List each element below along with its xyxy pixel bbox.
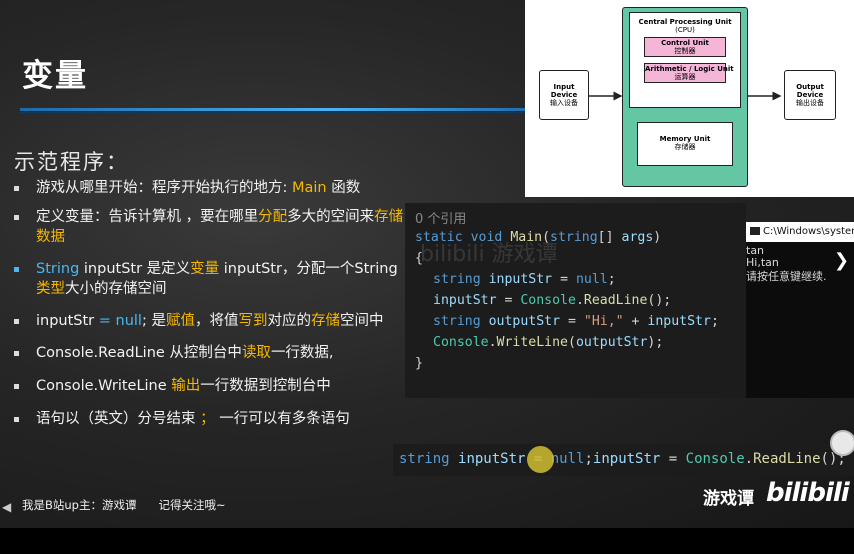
bullet-item: 定义变量：告诉计算机 ，要在哪里分配多大的空间来存储数据: [14, 207, 404, 247]
uploader-note: 我是B站up主：游戏谭: [22, 498, 137, 512]
console-icon: [750, 227, 760, 235]
memory-unit-box: Memory Unit 存储器: [637, 122, 733, 166]
bullet-dot: [14, 267, 19, 272]
bullet-dot: [14, 186, 19, 191]
slide-subtitle: 示范程序：: [14, 150, 129, 174]
bullet-item: inputStr = null; 是赋值，将值写到对应的存储空间中: [14, 311, 404, 331]
code-line: Console.WriteLine(outputStr);: [433, 335, 664, 350]
brand-name: 游戏谭: [703, 489, 754, 509]
video-letterbox: [0, 528, 854, 554]
bullet-dot: [14, 215, 19, 220]
cpu-diagram: Central Processing Unit (CPU) Control Un…: [525, 0, 854, 197]
bullet-dot: [14, 319, 19, 324]
bullet-item: Console.WriteLine 输出一行数据到控制台中: [14, 376, 404, 396]
output-device-box: Output Device 输出设备: [784, 70, 836, 120]
title-underline: [20, 108, 540, 111]
bullet-list: 游戏从哪里开始：程序开始执行的地方: Main 函数 定义变量：告诉计算机 ，要…: [14, 178, 404, 429]
reference-count: 0 个引用: [415, 212, 467, 227]
code-line: string outputStr = "Hi," + inputStr;: [433, 314, 719, 329]
console-window: C:\Windows\syster tan Hi,tan 请按任意键继续.: [746, 222, 854, 398]
bullet-item: 游戏从哪里开始：程序开始执行的地方: Main 函数: [14, 178, 404, 198]
bullet-item: Console.ReadLine 从控制台中读取一行数据,: [14, 343, 404, 363]
follow-note: 记得关注哦~: [158, 498, 226, 512]
alu-box: Arithmetic / Logic Unit 运算器: [644, 63, 734, 83]
chevron-left-icon[interactable]: ◀: [2, 500, 11, 514]
avatar-icon[interactable]: [830, 430, 854, 456]
bullet-dot: [14, 351, 19, 356]
bilibili-logo: bilibili: [766, 478, 850, 508]
bullet-dot: [14, 384, 19, 389]
bullet-item: String inputStr 是定义变量 inputStr，分配一个Strin…: [14, 259, 404, 299]
console-line: 请按任意键继续.: [746, 270, 827, 283]
watermark: bilibili 游戏谭: [420, 242, 558, 267]
cpu-box: Central Processing Unit (CPU) Control Un…: [622, 7, 748, 187]
cpu-title: Central Processing Unit: [638, 18, 732, 26]
code-line: inputStr = Console.ReadLine();: [433, 293, 672, 308]
title-underline-shadow: [20, 112, 540, 113]
console-titlebar: C:\Windows\syster: [746, 222, 854, 242]
mouse-cursor-highlight: [527, 446, 554, 473]
slide-title: 变量: [22, 58, 88, 94]
cpu-inner-box: Central Processing Unit (CPU) Control Un…: [629, 12, 741, 108]
code-line: }: [415, 356, 423, 371]
cpu-subtitle: (CPU): [675, 26, 695, 34]
bullet-item: 语句以（英文）分号结束 ； 一行可以有多条语句: [14, 409, 404, 429]
control-unit-box: Control Unit 控制器: [644, 37, 726, 57]
console-title: C:\Windows\syster: [763, 226, 854, 237]
slide-footer: 我是B站up主：游戏谭 记得关注哦~: [22, 497, 248, 513]
video-frame: 变量 示范程序： 游戏从哪里开始：程序开始执行的地方: Main 函数 定义变量…: [0, 0, 854, 528]
chevron-right-icon[interactable]: ❯: [834, 250, 854, 272]
bullet-dot: [14, 417, 19, 422]
code-line-example: string inputStr = null;inputStr = Consol…: [393, 444, 854, 476]
code-editor: 0 个引用 static void Main(string[] args) { …: [405, 203, 746, 398]
input-device-box: Input Device 输入设备: [539, 70, 589, 120]
code-line: string inputStr = null;: [433, 272, 616, 287]
